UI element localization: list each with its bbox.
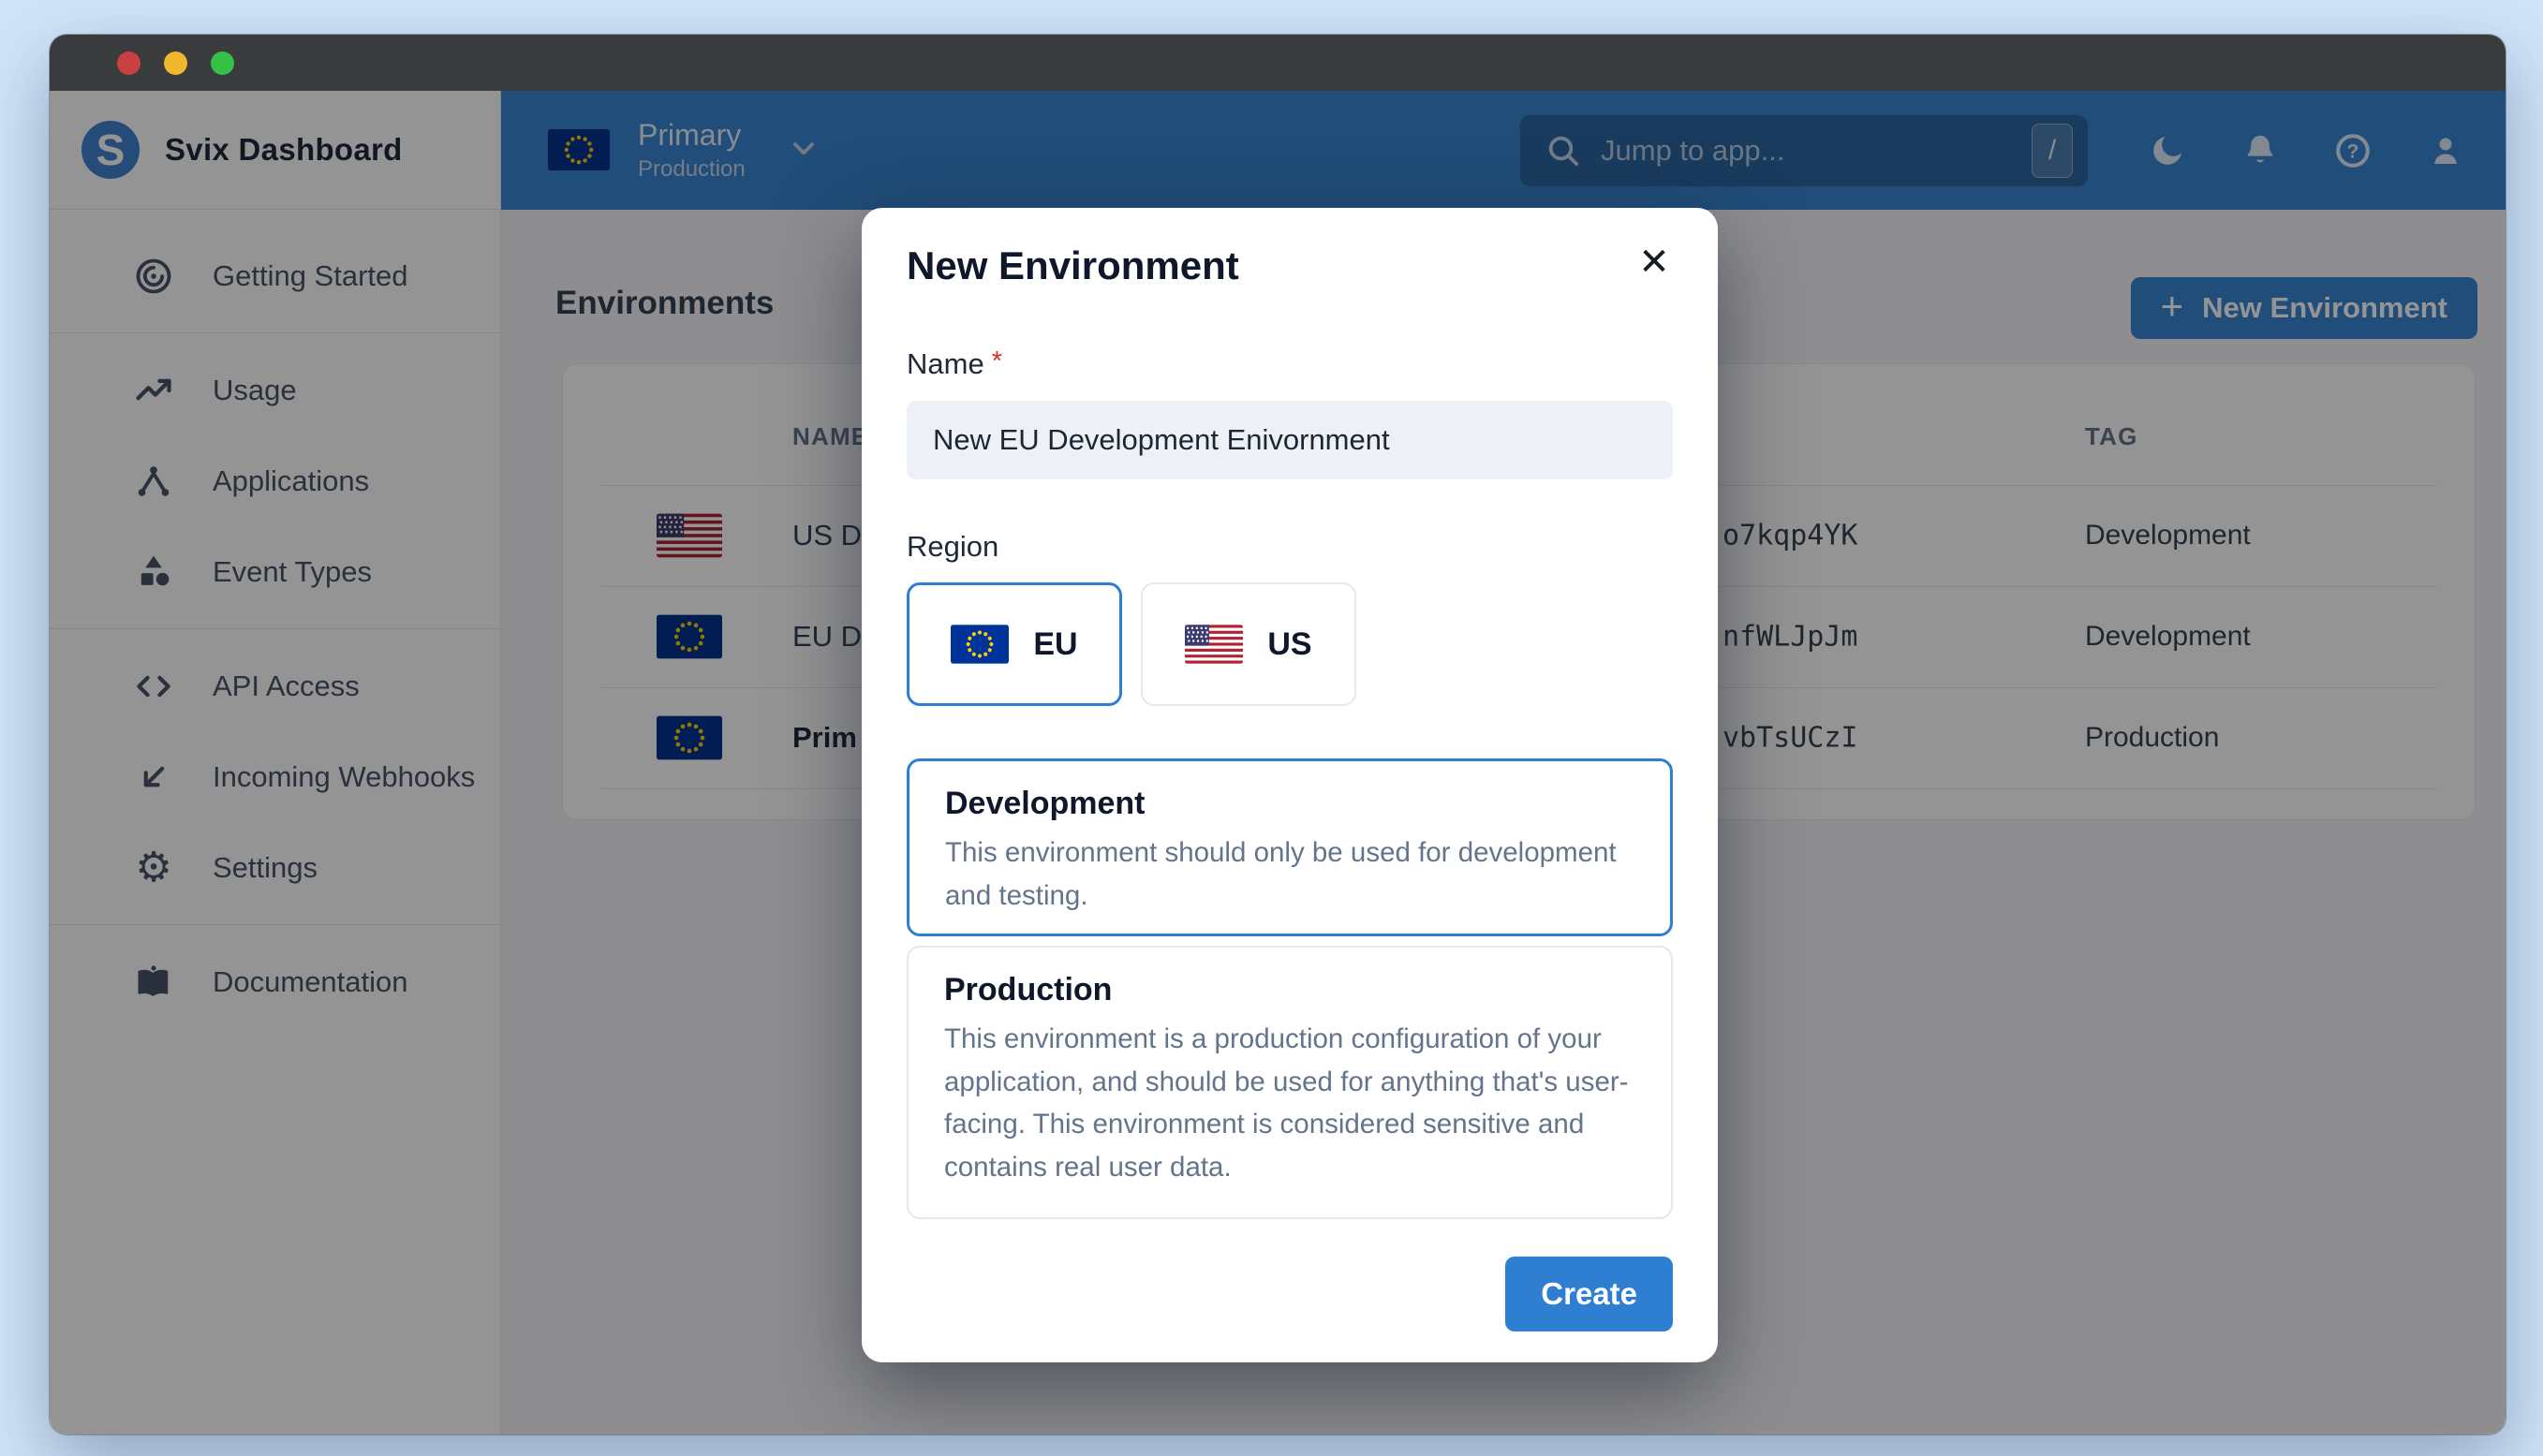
window-titlebar — [50, 35, 2506, 91]
env-type-production-option[interactable]: Production This environment is a product… — [907, 946, 1673, 1219]
sidebar-item-label: Documentation — [213, 964, 408, 998]
required-asterisk: * — [991, 346, 1002, 376]
close-icon: ✕ — [1638, 242, 1670, 283]
sidebar-divider — [50, 924, 500, 925]
network-icon — [132, 460, 175, 503]
create-button[interactable]: Create — [1505, 1257, 1673, 1331]
sidebar: S Svix Dashboard Getting Started Usage A… — [50, 91, 501, 1434]
brand-name: Svix Dashboard — [165, 132, 403, 167]
region-option-eu[interactable]: EU — [907, 582, 1122, 706]
jump-to-app-input[interactable] — [1601, 133, 2013, 168]
sidebar-divider — [50, 628, 500, 629]
environment-tag-cell: Development — [2085, 520, 2251, 551]
environment-name-cell: EU D — [792, 620, 863, 653]
sidebar-item-event-types[interactable]: Event Types — [50, 526, 500, 617]
sidebar-item-getting-started[interactable]: Getting Started — [50, 230, 500, 321]
environment-name-cell: Prim — [792, 721, 857, 754]
window-maximize-button[interactable] — [211, 51, 234, 75]
env-type-description: This environment is a production configu… — [944, 1023, 1629, 1184]
environment-tag-cell: Production — [2085, 722, 2220, 753]
sidebar-item-label: Settings — [213, 850, 318, 884]
environment-switcher[interactable]: Primary Production — [548, 118, 821, 182]
modal-close-button[interactable]: ✕ — [1628, 236, 1680, 288]
eu-flag-icon — [657, 715, 722, 760]
sidebar-item-label: Getting Started — [213, 258, 408, 292]
desktop-background: S Svix Dashboard Getting Started Usage A… — [0, 0, 2543, 1456]
eu-flag-icon — [951, 625, 1010, 664]
arrow-down-left-icon — [132, 756, 175, 799]
environment-name: Primary — [638, 118, 742, 153]
gear-icon: ⚙ — [135, 843, 172, 891]
window-close-button[interactable] — [117, 51, 140, 75]
environment-id-cell: nfWLJpJm — [1722, 620, 1858, 654]
name-field-label: Name * — [907, 346, 1002, 380]
env-type-description: This environment should only be used for… — [945, 837, 1617, 911]
column-header-name: NAME — [792, 422, 869, 450]
environment-tag: Production — [638, 156, 746, 183]
sidebar-item-label: Applications — [213, 463, 370, 497]
column-header-tag: TAG — [2085, 422, 2138, 450]
shapes-icon — [132, 551, 175, 594]
code-icon — [132, 665, 175, 708]
slash-shortcut-badge: / — [2032, 123, 2073, 178]
trend-up-icon — [132, 369, 175, 412]
eu-flag-icon — [657, 614, 722, 659]
bell-icon[interactable] — [2240, 130, 2281, 171]
svix-logo-letter: S — [96, 125, 126, 174]
sidebar-item-usage[interactable]: Usage — [50, 345, 500, 435]
search-box[interactable]: / — [1519, 113, 2089, 187]
sidebar-item-applications[interactable]: Applications — [50, 435, 500, 526]
book-icon — [132, 961, 175, 1004]
modal-title: New Environment — [907, 243, 1239, 287]
help-icon[interactable]: ? — [2332, 130, 2373, 171]
topbar: Primary Production Jump to app... / ? — [501, 91, 2506, 210]
sidebar-item-label: Incoming Webhooks — [213, 759, 476, 793]
sidebar-item-label: Event Types — [213, 554, 373, 588]
moon-icon[interactable] — [2147, 130, 2188, 171]
env-type-title: Development — [945, 786, 1146, 821]
region-option-label: EU — [1033, 625, 1078, 662]
sidebar-item-label: API Access — [213, 669, 360, 702]
region-field-label: Region — [907, 530, 999, 563]
eu-flag-icon — [548, 129, 610, 171]
us-flag-icon — [1185, 625, 1244, 664]
chevron-down-icon — [787, 131, 821, 169]
sidebar-nav: Getting Started Usage Applications Event… — [50, 210, 500, 1027]
new-environment-button-label: New Environment — [2202, 291, 2447, 324]
new-environment-modal: New Environment ✕ Name* Region EU — [862, 208, 1718, 1362]
page-title: Environments — [555, 285, 775, 321]
new-environment-button[interactable]: + New Environment — [2130, 277, 2477, 339]
environment-tag-cell: Development — [2085, 621, 2251, 652]
us-flag-icon — [657, 513, 722, 558]
region-option-label: US — [1267, 625, 1312, 662]
sidebar-item-label: Usage — [213, 373, 297, 406]
region-option-us[interactable]: US — [1141, 582, 1356, 706]
environment-name-cell: US D — [792, 519, 863, 552]
user-icon[interactable] — [2425, 130, 2466, 171]
environment-id-cell: vbTsUCzI — [1722, 721, 1858, 755]
svix-logo: S — [81, 121, 140, 179]
brand-header: S Svix Dashboard — [50, 91, 500, 210]
environment-name-input[interactable] — [907, 401, 1673, 479]
env-type-title: Production — [944, 972, 1113, 1007]
topbar-icon-group: ? — [2147, 130, 2466, 171]
svg-text:?: ? — [2347, 140, 2359, 162]
search-icon — [1548, 136, 1579, 166]
goal-icon — [132, 255, 175, 298]
window-minimize-button[interactable] — [164, 51, 187, 75]
sidebar-divider — [50, 332, 500, 333]
sidebar-item-settings[interactable]: ⚙ Settings — [50, 822, 500, 913]
sidebar-item-documentation[interactable]: Documentation — [50, 936, 500, 1027]
app-window: S Svix Dashboard Getting Started Usage A… — [50, 35, 2506, 1434]
sidebar-item-incoming-webhooks[interactable]: Incoming Webhooks — [50, 731, 500, 822]
environment-id-cell: o7kqp4YK — [1722, 519, 1858, 552]
env-type-development-option[interactable]: Development This environment should only… — [907, 758, 1673, 936]
environment-labels: Primary Production — [638, 118, 746, 182]
sidebar-item-api-access[interactable]: API Access — [50, 640, 500, 731]
